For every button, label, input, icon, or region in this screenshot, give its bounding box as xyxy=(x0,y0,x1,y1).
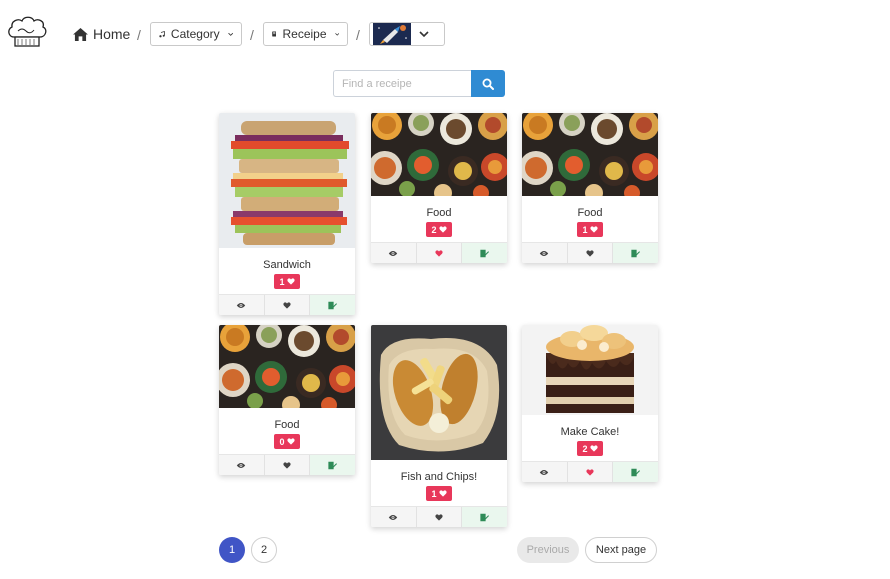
heart-icon xyxy=(283,302,291,309)
recipe-title: Make Cake! xyxy=(560,426,620,438)
breadcrumb-separator: / xyxy=(250,27,254,43)
edit-icon xyxy=(480,513,489,522)
edit-button[interactable] xyxy=(310,295,355,315)
likes-count: 2 xyxy=(582,443,588,454)
receipe-label: Receipe xyxy=(282,27,327,41)
recipe-title: Food xyxy=(426,207,452,219)
edit-icon xyxy=(631,468,640,477)
view-button[interactable] xyxy=(522,243,568,263)
food-spread-image xyxy=(371,113,507,202)
likes-badge: 1 xyxy=(426,486,452,501)
likes-count: 1 xyxy=(279,276,285,287)
page-1-button[interactable]: 1 xyxy=(219,537,245,563)
recipe-title: Fish and Chips! xyxy=(400,471,478,483)
eye-icon xyxy=(388,250,398,257)
recipe-card[interactable]: Food 2 xyxy=(371,113,507,263)
likes-badge: 0 xyxy=(274,434,300,449)
recipe-title: Sandwich xyxy=(263,259,311,271)
food-spread-image xyxy=(219,325,355,414)
recipe-title: Food xyxy=(274,419,300,431)
heart-icon xyxy=(283,462,291,469)
recipe-card[interactable]: Sandwich 1 xyxy=(219,113,355,315)
eye-icon xyxy=(539,469,549,476)
chevron-down-icon xyxy=(419,30,429,37)
view-button[interactable] xyxy=(219,455,265,475)
view-button[interactable] xyxy=(219,295,265,315)
eye-icon xyxy=(388,514,398,521)
breadcrumb-home[interactable]: Home xyxy=(73,26,130,42)
heart-icon xyxy=(439,490,447,497)
chevron-down-icon xyxy=(334,32,339,36)
edit-button[interactable] xyxy=(613,462,658,482)
book-icon xyxy=(272,31,277,37)
edit-icon xyxy=(328,301,337,310)
likes-badge: 1 xyxy=(274,274,300,289)
likes-badge: 2 xyxy=(426,222,452,237)
home-label: Home xyxy=(93,26,131,42)
edit-icon xyxy=(480,249,489,258)
breadcrumb-separator: / xyxy=(356,27,360,43)
recipe-card[interactable]: Fish and Chips! 1 xyxy=(371,325,507,527)
heart-icon xyxy=(435,514,443,521)
chef-hat-logo[interactable] xyxy=(6,15,48,49)
recipe-title: Food xyxy=(577,207,603,219)
heart-icon xyxy=(435,250,443,257)
heart-icon xyxy=(586,250,594,257)
edit-button[interactable] xyxy=(462,243,507,263)
likes-count: 1 xyxy=(431,488,437,499)
music-note-icon xyxy=(159,30,165,37)
heart-icon xyxy=(439,226,447,233)
rocket-thumbnail xyxy=(373,23,411,45)
eye-icon xyxy=(236,302,246,309)
heart-icon xyxy=(586,469,594,476)
edit-icon xyxy=(328,461,337,470)
like-button[interactable] xyxy=(567,243,614,263)
like-button[interactable] xyxy=(416,243,463,263)
search-button[interactable] xyxy=(471,70,505,97)
edit-icon xyxy=(631,249,640,258)
likes-count: 1 xyxy=(582,224,588,235)
like-button[interactable] xyxy=(416,507,463,527)
fish-and-chips-image xyxy=(371,325,507,460)
likes-badge: 2 xyxy=(577,441,603,456)
view-button[interactable] xyxy=(371,243,417,263)
search-bar xyxy=(333,70,505,97)
recipe-card[interactable]: Food 1 xyxy=(522,113,658,263)
sandwich-image xyxy=(219,113,355,248)
recipe-card[interactable]: Make Cake! 2 xyxy=(522,325,658,482)
likes-badge: 1 xyxy=(577,222,603,237)
heart-icon xyxy=(590,226,598,233)
eye-icon xyxy=(236,462,246,469)
edit-button[interactable] xyxy=(462,507,507,527)
edit-button[interactable] xyxy=(613,243,658,263)
food-spread-image xyxy=(522,113,658,202)
view-button[interactable] xyxy=(371,507,417,527)
heart-icon xyxy=(287,438,295,445)
category-label: Category xyxy=(170,27,220,41)
cake-image xyxy=(522,325,658,415)
edit-button[interactable] xyxy=(310,455,355,475)
likes-count: 0 xyxy=(279,436,285,447)
eye-icon xyxy=(539,250,549,257)
view-button[interactable] xyxy=(522,462,568,482)
item-dropdown[interactable] xyxy=(369,22,445,46)
like-button[interactable] xyxy=(264,295,311,315)
heart-icon xyxy=(287,278,295,285)
likes-count: 2 xyxy=(431,224,437,235)
search-icon xyxy=(482,78,494,90)
page-2-button[interactable]: 2 xyxy=(251,537,277,563)
category-dropdown[interactable]: Category xyxy=(150,22,242,46)
next-page-button[interactable]: Next page xyxy=(585,537,657,563)
recipe-card[interactable]: Food 0 xyxy=(219,325,355,475)
receipe-dropdown[interactable]: Receipe xyxy=(263,22,348,46)
like-button[interactable] xyxy=(567,462,614,482)
like-button[interactable] xyxy=(264,455,311,475)
chevron-down-icon xyxy=(227,32,233,36)
search-input[interactable] xyxy=(333,70,471,97)
previous-button[interactable]: Previous xyxy=(517,537,579,563)
breadcrumb-separator: / xyxy=(137,27,141,43)
heart-icon xyxy=(590,445,598,452)
home-icon xyxy=(73,27,88,41)
